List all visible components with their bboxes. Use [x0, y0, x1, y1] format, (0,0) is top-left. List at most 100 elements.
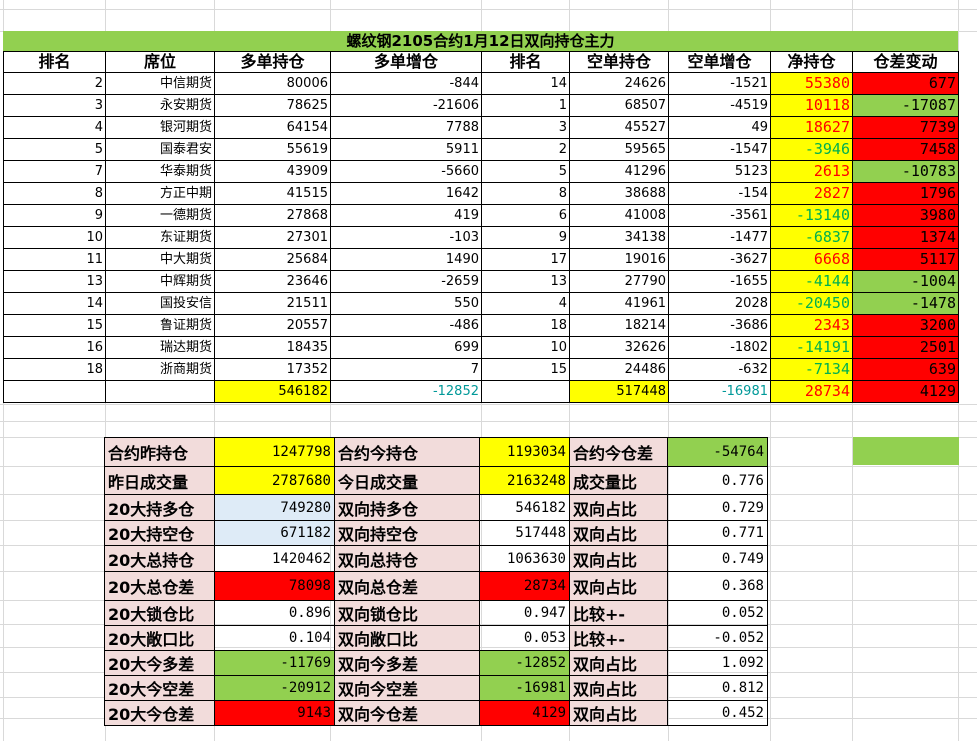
rank-cell[interactable]: 13 — [3, 270, 106, 293]
position-diff-cell[interactable]: -17087 — [852, 94, 959, 117]
short-rank-cell[interactable]: 4 — [481, 292, 570, 315]
long-change-cell[interactable]: 5911 — [330, 138, 482, 161]
short-change-cell[interactable]: -1802 — [668, 336, 771, 359]
long-position-cell[interactable]: 20557 — [214, 314, 331, 337]
summary-value[interactable]: 2163248 — [479, 466, 570, 495]
long-change-cell[interactable]: -2659 — [330, 270, 482, 293]
summary-value[interactable]: 0.452 — [667, 700, 768, 726]
summary-value[interactable]: 0.812 — [667, 675, 768, 701]
short-change-cell[interactable]: 5123 — [668, 160, 771, 183]
summary-label[interactable]: 20大持多仓 — [104, 494, 215, 521]
summary-value[interactable]: 1.092 — [667, 650, 768, 676]
seat-cell[interactable]: 国泰君安 — [105, 138, 215, 161]
net-position-cell[interactable]: 2613 — [770, 160, 853, 183]
position-diff-cell[interactable]: 5117 — [852, 248, 959, 271]
short-change-cell[interactable]: -1655 — [668, 270, 771, 293]
summary-label[interactable]: 双向持空仓 — [334, 520, 480, 546]
long-position-cell[interactable]: 27301 — [214, 226, 331, 249]
position-diff-cell[interactable]: -10783 — [852, 160, 959, 183]
long-change-cell[interactable]: 419 — [330, 204, 482, 227]
column-header[interactable]: 多单增仓 — [330, 51, 482, 73]
long-position-cell[interactable]: 43909 — [214, 160, 331, 183]
rank-cell[interactable]: 16 — [3, 336, 106, 359]
short-rank-cell[interactable]: 15 — [481, 358, 570, 381]
summary-value[interactable]: -20912 — [214, 675, 335, 701]
summary-label[interactable]: 20大今仓差 — [104, 700, 215, 726]
empty-cell[interactable] — [3, 380, 106, 403]
highlight-cell[interactable] — [853, 437, 959, 465]
net-position-cell[interactable]: -3946 — [770, 138, 853, 161]
total-long-change-cell[interactable]: -12852 — [330, 380, 482, 403]
position-diff-cell[interactable]: 1374 — [852, 226, 959, 249]
short-position-cell[interactable]: 24486 — [569, 358, 669, 381]
rank-cell[interactable]: 18 — [3, 358, 106, 381]
short-change-cell[interactable]: -1521 — [668, 72, 771, 95]
long-change-cell[interactable]: 7 — [330, 358, 482, 381]
summary-value[interactable]: 0.776 — [667, 466, 768, 495]
rank-cell[interactable]: 10 — [3, 226, 106, 249]
rank-cell[interactable]: 9 — [3, 204, 106, 227]
summary-value[interactable]: 1063630 — [479, 545, 570, 572]
long-position-cell[interactable]: 80006 — [214, 72, 331, 95]
summary-value[interactable]: 546182 — [479, 494, 570, 521]
summary-label[interactable]: 20大今多差 — [104, 650, 215, 676]
short-rank-cell[interactable]: 1 — [481, 94, 570, 117]
summary-value[interactable]: 1420462 — [214, 545, 335, 572]
seat-cell[interactable]: 一德期货 — [105, 204, 215, 227]
short-rank-cell[interactable]: 14 — [481, 72, 570, 95]
short-rank-cell[interactable]: 10 — [481, 336, 570, 359]
long-position-cell[interactable]: 18435 — [214, 336, 331, 359]
position-diff-cell[interactable]: 2501 — [852, 336, 959, 359]
seat-cell[interactable]: 中辉期货 — [105, 270, 215, 293]
long-change-cell[interactable]: -486 — [330, 314, 482, 337]
short-change-cell[interactable]: -1547 — [668, 138, 771, 161]
short-change-cell[interactable]: -632 — [668, 358, 771, 381]
short-change-cell[interactable]: -1477 — [668, 226, 771, 249]
seat-cell[interactable]: 银河期货 — [105, 116, 215, 139]
seat-cell[interactable]: 方正中期 — [105, 182, 215, 205]
summary-value[interactable]: 78098 — [214, 571, 335, 601]
seat-cell[interactable]: 瑞达期货 — [105, 336, 215, 359]
position-diff-cell[interactable]: 1796 — [852, 182, 959, 205]
summary-value[interactable]: 517448 — [479, 520, 570, 546]
short-position-cell[interactable]: 27790 — [569, 270, 669, 293]
short-rank-cell[interactable]: 2 — [481, 138, 570, 161]
summary-label[interactable]: 20大总仓差 — [104, 571, 215, 601]
net-position-cell[interactable]: 2343 — [770, 314, 853, 337]
summary-label[interactable]: 双向占比 — [569, 571, 668, 601]
summary-value[interactable]: 4129 — [479, 700, 570, 726]
total-short-change-cell[interactable]: -16981 — [668, 380, 771, 403]
summary-label[interactable]: 合约今持仓 — [334, 437, 480, 467]
total-short-cell[interactable]: 517448 — [569, 380, 669, 403]
short-change-cell[interactable]: -3627 — [668, 248, 771, 271]
summary-label[interactable]: 20大今空差 — [104, 675, 215, 701]
summary-label[interactable]: 双向敞口比 — [334, 625, 480, 651]
summary-label[interactable]: 双向总仓差 — [334, 571, 480, 601]
column-header[interactable]: 空单增仓 — [668, 51, 771, 73]
short-position-cell[interactable]: 41296 — [569, 160, 669, 183]
summary-value[interactable]: 0.052 — [667, 600, 768, 626]
net-position-cell[interactable]: -14191 — [770, 336, 853, 359]
summary-label[interactable]: 双向占比 — [569, 545, 668, 572]
summary-label[interactable]: 双向占比 — [569, 520, 668, 546]
summary-label[interactable]: 双向锁仓比 — [334, 600, 480, 626]
long-position-cell[interactable]: 55619 — [214, 138, 331, 161]
seat-cell[interactable]: 华泰期货 — [105, 160, 215, 183]
short-rank-cell[interactable]: 3 — [481, 116, 570, 139]
summary-label[interactable]: 昨日成交量 — [104, 466, 215, 495]
short-rank-cell[interactable]: 5 — [481, 160, 570, 183]
summary-value[interactable]: 0.104 — [214, 625, 335, 651]
short-rank-cell[interactable]: 18 — [481, 314, 570, 337]
long-change-cell[interactable]: 1490 — [330, 248, 482, 271]
summary-label[interactable]: 20大锁仓比 — [104, 600, 215, 626]
summary-label[interactable]: 双向占比 — [569, 700, 668, 726]
seat-cell[interactable]: 中大期货 — [105, 248, 215, 271]
short-position-cell[interactable]: 18214 — [569, 314, 669, 337]
position-diff-cell[interactable]: 677 — [852, 72, 959, 95]
summary-value[interactable]: 28734 — [479, 571, 570, 601]
summary-label[interactable]: 双向占比 — [569, 494, 668, 521]
summary-value[interactable]: -54764 — [667, 437, 768, 467]
summary-value[interactable]: 0.368 — [667, 571, 768, 601]
summary-label[interactable]: 双向占比 — [569, 650, 668, 676]
summary-value[interactable]: -16981 — [479, 675, 570, 701]
